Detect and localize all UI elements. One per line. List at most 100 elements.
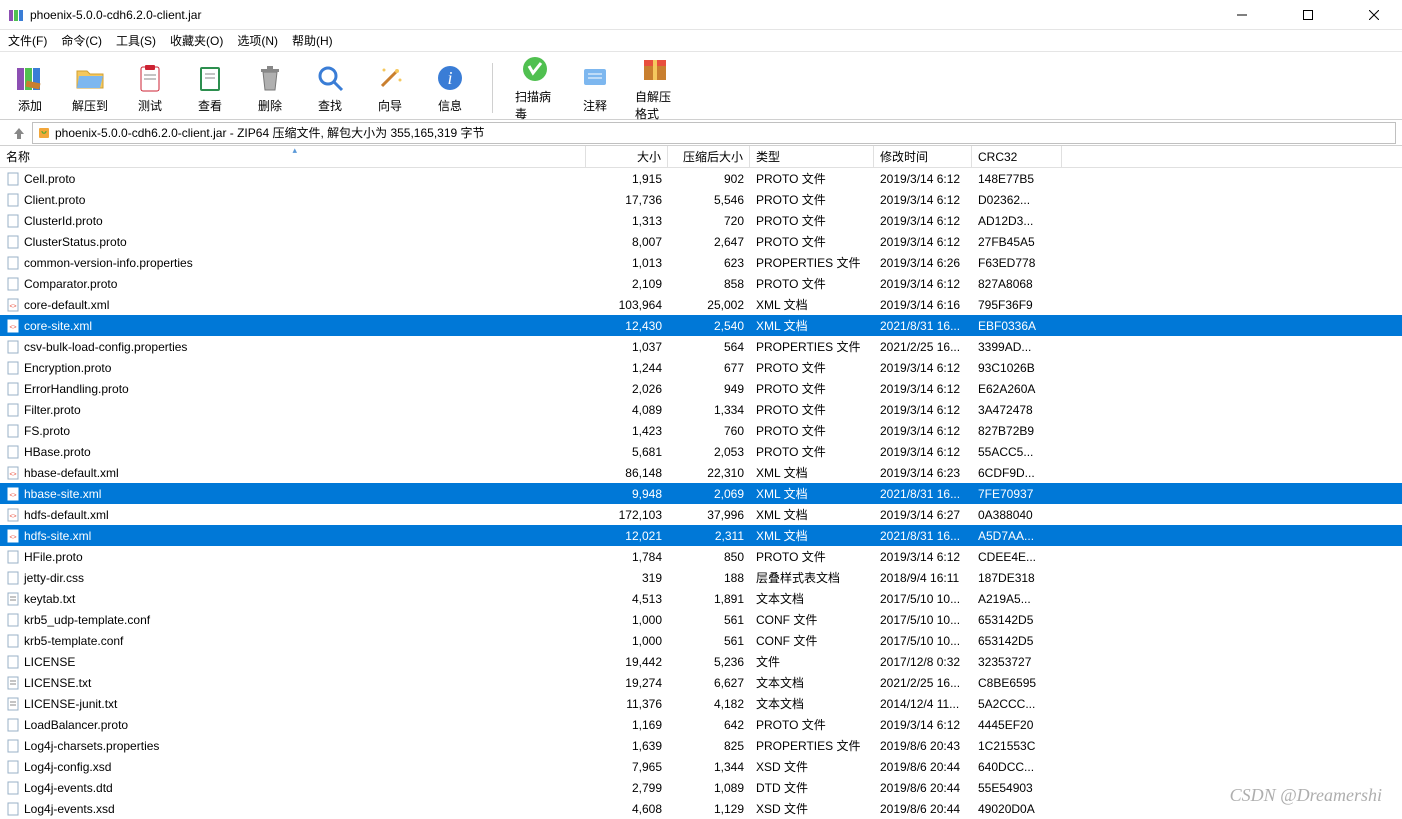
- cell-type: PROTO 文件: [750, 716, 874, 733]
- menubar: 文件(F) 命令(C) 工具(S) 收藏夹(O) 选项(N) 帮助(H): [0, 30, 1402, 52]
- col-type[interactable]: 类型: [750, 146, 874, 167]
- tool-label: 解压到: [72, 97, 108, 114]
- menu-item[interactable]: 工具(S): [116, 32, 156, 49]
- cell-name: <>hdfs-default.xml: [0, 508, 586, 522]
- menu-item[interactable]: 帮助(H): [292, 32, 333, 49]
- tool-book[interactable]: 查看: [190, 62, 230, 114]
- table-row[interactable]: <>core-default.xml103,96425,002XML 文档201…: [0, 294, 1402, 315]
- cell-name: HBase.proto: [0, 445, 586, 459]
- menu-item[interactable]: 选项(N): [237, 32, 278, 49]
- path-field[interactable]: phoenix-5.0.0-cdh6.2.0-client.jar - ZIP6…: [32, 122, 1396, 144]
- cell-crc: 49020D0A: [972, 802, 1062, 816]
- table-row[interactable]: Filter.proto4,0891,334PROTO 文件2019/3/14 …: [0, 399, 1402, 420]
- table-row[interactable]: krb5_udp-template.conf1,000561CONF 文件201…: [0, 609, 1402, 630]
- tool-info[interactable]: i信息: [430, 62, 470, 114]
- table-row[interactable]: keytab.txt4,5131,891文本文档2017/5/10 10...A…: [0, 588, 1402, 609]
- table-row[interactable]: jetty-dir.css319188层叠样式表文档2018/9/4 16:11…: [0, 567, 1402, 588]
- file-list[interactable]: Cell.proto1,915902PROTO 文件2019/3/14 6:12…: [0, 168, 1402, 819]
- table-row[interactable]: LICENSE.txt19,2746,627文本文档2021/2/25 16..…: [0, 672, 1402, 693]
- menu-item[interactable]: 命令(C): [61, 32, 102, 49]
- table-row[interactable]: <>hbase-default.xml86,14822,310XML 文档201…: [0, 462, 1402, 483]
- tool-comment[interactable]: 注释: [575, 62, 615, 114]
- cell-type: DTD 文件: [750, 779, 874, 796]
- table-row[interactable]: ErrorHandling.proto2,026949PROTO 文件2019/…: [0, 378, 1402, 399]
- table-row[interactable]: LICENSE-junit.txt11,3764,182文本文档2014/12/…: [0, 693, 1402, 714]
- table-row[interactable]: ClusterId.proto1,313720PROTO 文件2019/3/14…: [0, 210, 1402, 231]
- tool-label: 添加: [18, 97, 42, 114]
- table-row[interactable]: <>hbase-site.xml9,9482,069XML 文档2021/8/3…: [0, 483, 1402, 504]
- table-row[interactable]: Log4j-config.xsd7,9651,344XSD 文件2019/8/6…: [0, 756, 1402, 777]
- table-row[interactable]: HBase.proto5,6812,053PROTO 文件2019/3/14 6…: [0, 441, 1402, 462]
- tool-folder[interactable]: 解压到: [70, 62, 110, 114]
- col-date[interactable]: 修改时间: [874, 146, 972, 167]
- cell-packed: 2,647: [668, 235, 750, 249]
- table-row[interactable]: Cell.proto1,915902PROTO 文件2019/3/14 6:12…: [0, 168, 1402, 189]
- table-row[interactable]: Comparator.proto2,109858PROTO 文件2019/3/1…: [0, 273, 1402, 294]
- cell-packed: 2,311: [668, 529, 750, 543]
- cell-crc: 55E54903: [972, 781, 1062, 795]
- table-row[interactable]: HFile.proto1,784850PROTO 文件2019/3/14 6:1…: [0, 546, 1402, 567]
- svg-text:<>: <>: [9, 325, 17, 331]
- maximize-button[interactable]: [1288, 1, 1328, 29]
- cell-crc: 653142D5: [972, 613, 1062, 627]
- table-row[interactable]: krb5-template.conf1,000561CONF 文件2017/5/…: [0, 630, 1402, 651]
- cell-name: Filter.proto: [0, 403, 586, 417]
- cell-crc: 32353727: [972, 655, 1062, 669]
- table-row[interactable]: Encryption.proto1,244677PROTO 文件2019/3/1…: [0, 357, 1402, 378]
- cell-size: 17,736: [586, 193, 668, 207]
- cell-size: 1,784: [586, 550, 668, 564]
- tool-books[interactable]: 添加: [10, 62, 50, 114]
- cell-crc: A219A5...: [972, 592, 1062, 606]
- cell-name: keytab.txt: [0, 592, 586, 606]
- cell-date: 2019/3/14 6:27: [874, 508, 972, 522]
- cell-name: Cell.proto: [0, 172, 586, 186]
- menu-item[interactable]: 文件(F): [8, 32, 47, 49]
- cell-date: 2019/3/14 6:12: [874, 172, 972, 186]
- cell-crc: 0A388040: [972, 508, 1062, 522]
- cell-packed: 677: [668, 361, 750, 375]
- tool-wand[interactable]: 向导: [370, 62, 410, 114]
- tool-shield[interactable]: 扫描病毒: [515, 53, 555, 122]
- cell-date: 2021/2/25 16...: [874, 676, 972, 690]
- cell-crc: 148E77B5: [972, 172, 1062, 186]
- tool-trash[interactable]: 删除: [250, 62, 290, 114]
- cell-type: PROTO 文件: [750, 233, 874, 250]
- tool-label: 自解压格式: [635, 88, 675, 122]
- cell-type: PROTO 文件: [750, 275, 874, 292]
- cell-type: XML 文档: [750, 485, 874, 502]
- cell-crc: E62A260A: [972, 382, 1062, 396]
- cell-date: 2021/8/31 16...: [874, 529, 972, 543]
- col-packed[interactable]: 压缩后大小: [668, 146, 750, 167]
- up-button[interactable]: [6, 123, 32, 143]
- col-name[interactable]: 名称▴: [0, 146, 586, 167]
- cell-packed: 4,182: [668, 697, 750, 711]
- col-size[interactable]: 大小: [586, 146, 668, 167]
- minimize-button[interactable]: [1222, 1, 1262, 29]
- cell-packed: 22,310: [668, 466, 750, 480]
- table-row[interactable]: <>hdfs-default.xml172,10337,996XML 文档201…: [0, 504, 1402, 525]
- table-row[interactable]: common-version-info.properties1,013623PR…: [0, 252, 1402, 273]
- cell-crc: 653142D5: [972, 634, 1062, 648]
- cell-crc: 6CDF9D...: [972, 466, 1062, 480]
- table-row[interactable]: <>hdfs-site.xml12,0212,311XML 文档2021/8/3…: [0, 525, 1402, 546]
- table-row[interactable]: ClusterStatus.proto8,0072,647PROTO 文件201…: [0, 231, 1402, 252]
- menu-item[interactable]: 收藏夹(O): [170, 32, 223, 49]
- table-row[interactable]: LoadBalancer.proto1,169642PROTO 文件2019/3…: [0, 714, 1402, 735]
- table-row[interactable]: Log4j-events.dtd2,7991,089DTD 文件2019/8/6…: [0, 777, 1402, 798]
- table-row[interactable]: Log4j-charsets.properties1,639825PROPERT…: [0, 735, 1402, 756]
- cell-date: 2019/3/14 6:12: [874, 550, 972, 564]
- cell-type: 层叠样式表文档: [750, 569, 874, 586]
- table-row[interactable]: <>core-site.xml12,4302,540XML 文档2021/8/3…: [0, 315, 1402, 336]
- table-row[interactable]: FS.proto1,423760PROTO 文件2019/3/14 6:1282…: [0, 420, 1402, 441]
- cell-size: 1,915: [586, 172, 668, 186]
- tool-search[interactable]: 查找: [310, 62, 350, 114]
- close-button[interactable]: [1354, 1, 1394, 29]
- table-row[interactable]: csv-bulk-load-config.properties1,037564P…: [0, 336, 1402, 357]
- cell-type: XML 文档: [750, 296, 874, 313]
- table-row[interactable]: Client.proto17,7365,546PROTO 文件2019/3/14…: [0, 189, 1402, 210]
- col-crc[interactable]: CRC32: [972, 146, 1062, 167]
- table-row[interactable]: LICENSE19,4425,236文件2017/12/8 0:32323537…: [0, 651, 1402, 672]
- tool-clipboard[interactable]: 测试: [130, 62, 170, 114]
- tool-box[interactable]: 自解压格式: [635, 53, 675, 122]
- app-icon: [8, 7, 24, 23]
